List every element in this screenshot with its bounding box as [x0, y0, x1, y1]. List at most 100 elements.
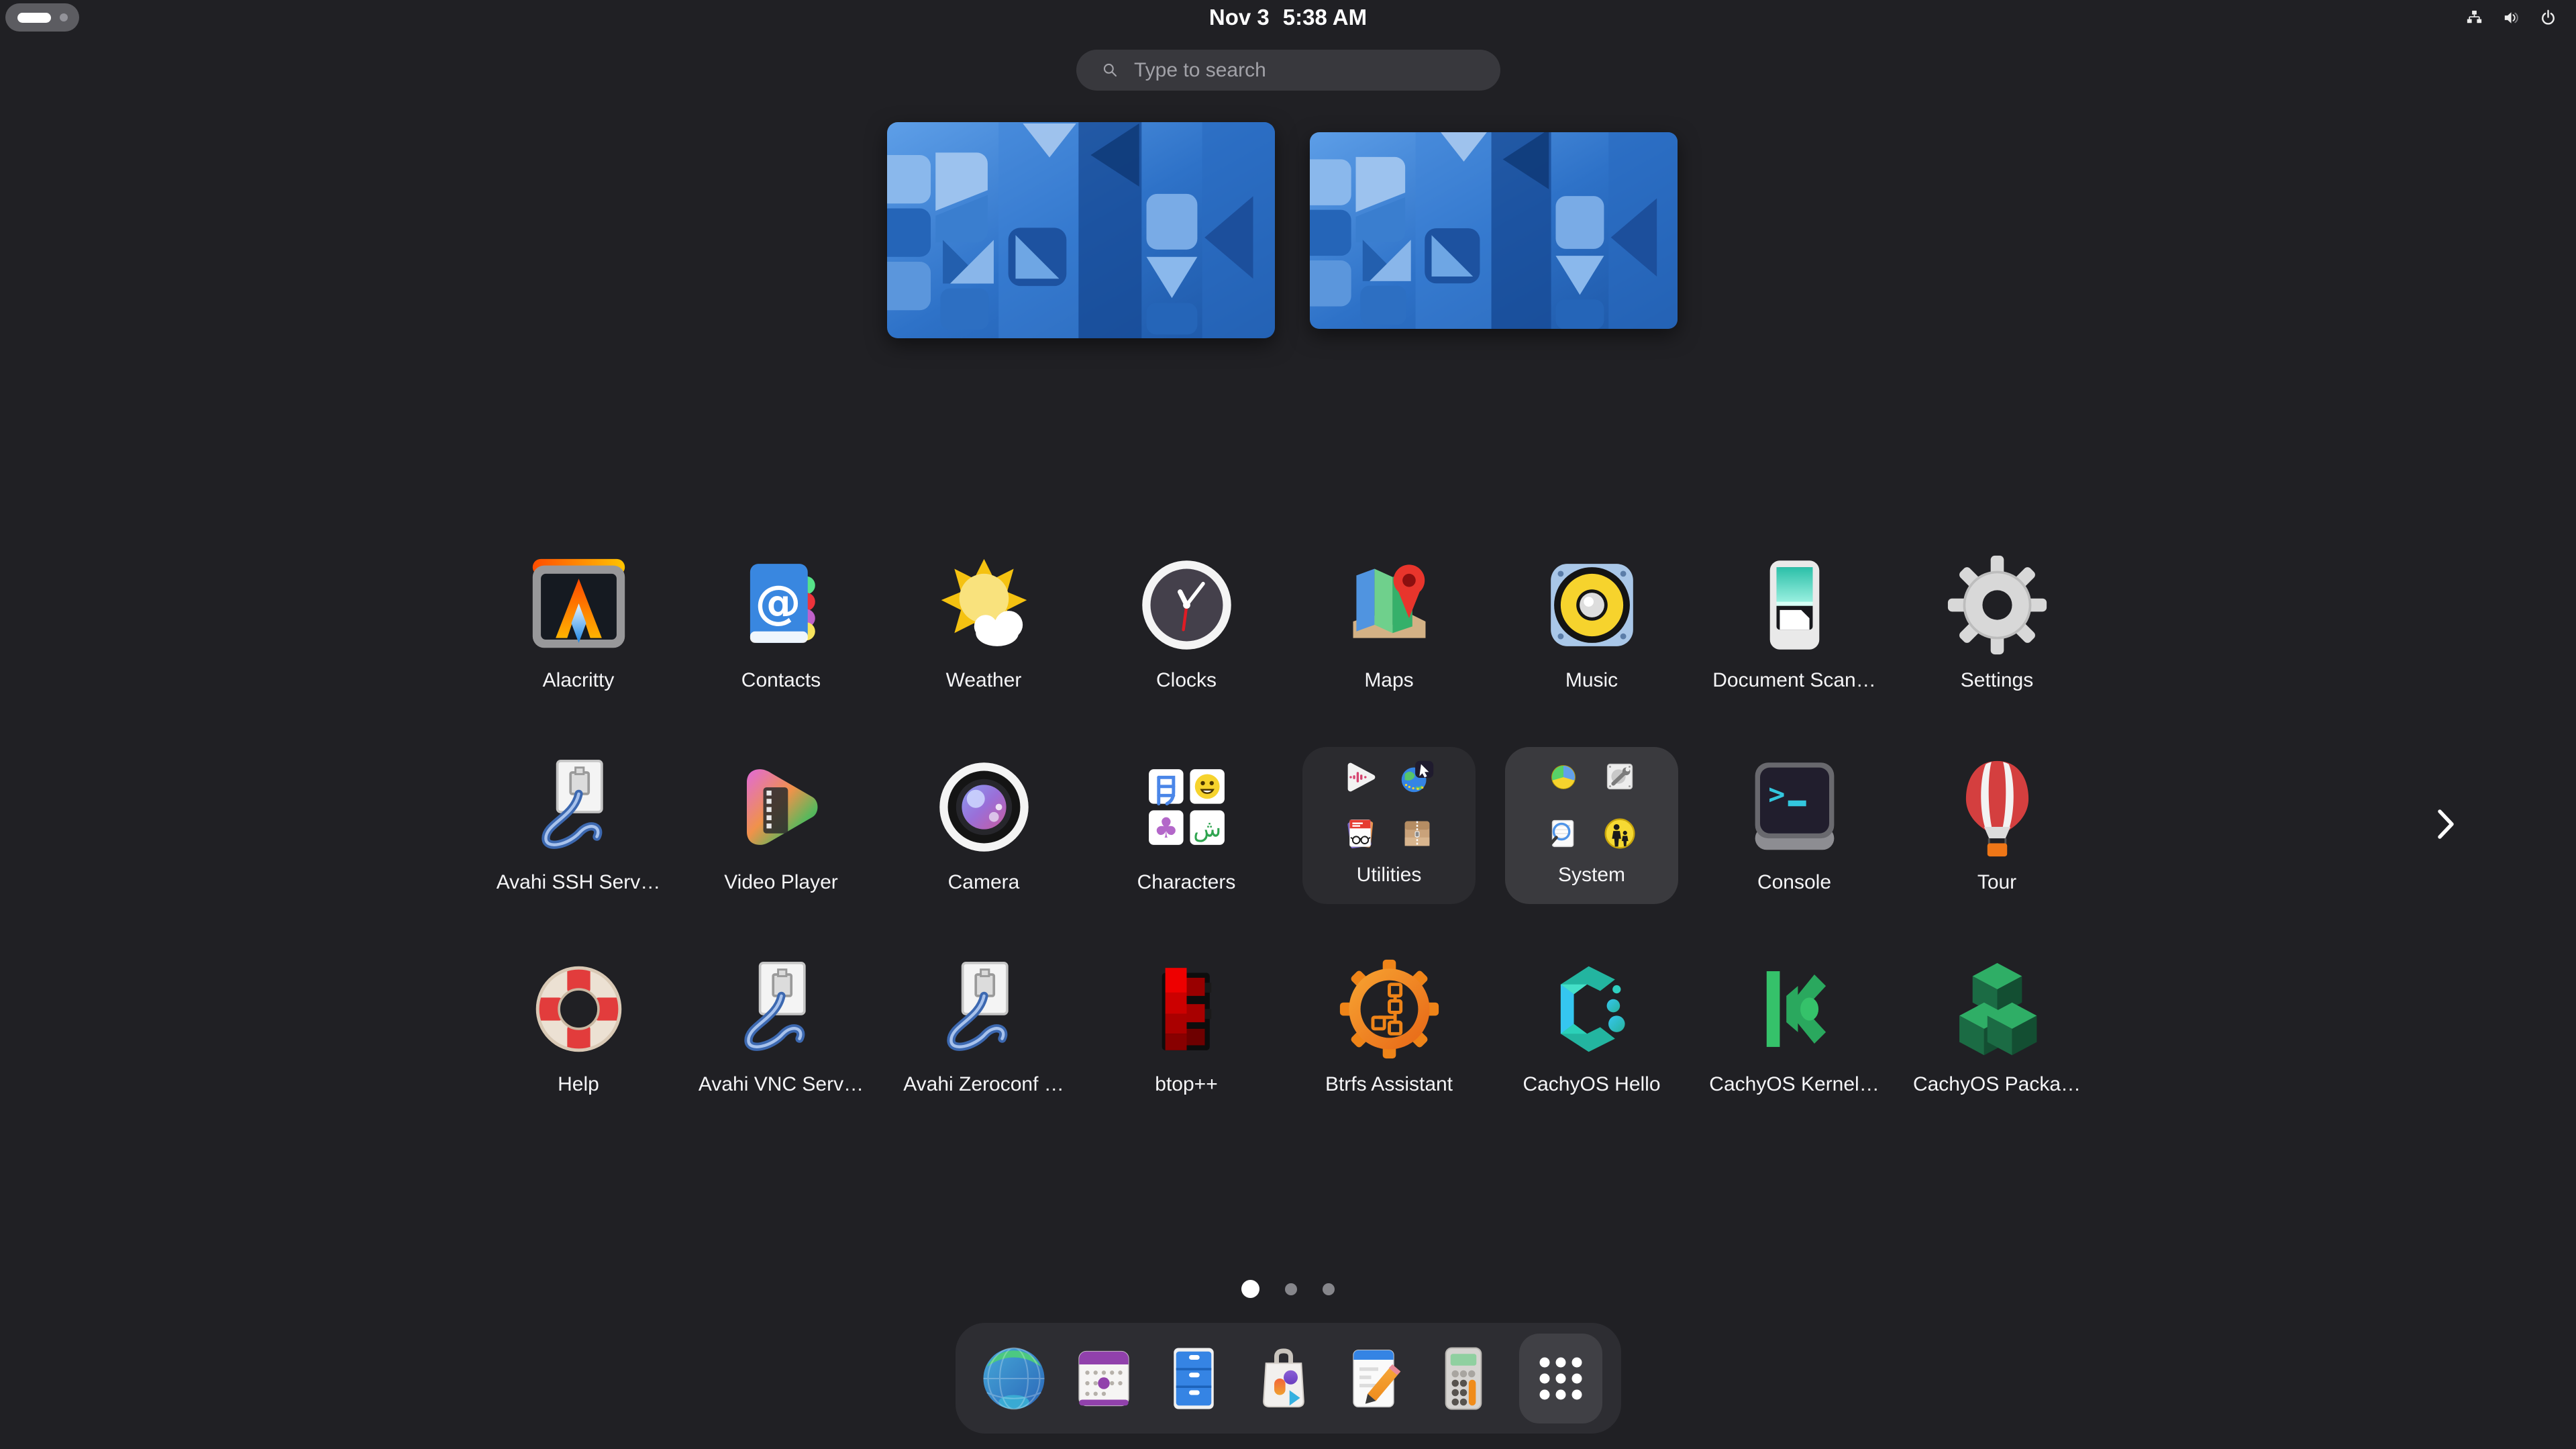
maps-icon: [1337, 552, 1442, 658]
next-page-arrow[interactable]: [2424, 803, 2467, 846]
calendar-icon: [1066, 1341, 1141, 1416]
btop-icon: [1134, 956, 1239, 1062]
app-label: CachyOS Hello: [1523, 1073, 1660, 1096]
wallpaper-preview: [887, 122, 1275, 338]
app-alacritty[interactable]: Alacritty: [477, 552, 680, 692]
app-label: Camera: [948, 871, 1020, 894]
globe-cursor-mini-icon: [1396, 756, 1438, 798]
system-status-area[interactable]: [2464, 7, 2559, 28]
app-camera[interactable]: Camera: [882, 754, 1085, 894]
app-avahi-vnc[interactable]: Avahi VNC Serv…: [680, 956, 882, 1096]
app-label: btop++: [1155, 1073, 1217, 1096]
dock-files[interactable]: [1154, 1339, 1233, 1418]
app-grid-icon: [1529, 1346, 1593, 1411]
app-label: Maps: [1364, 669, 1413, 692]
app-label: Console: [1757, 871, 1831, 894]
page-dot-3[interactable]: [1323, 1283, 1335, 1295]
avahi-icon: [526, 754, 631, 860]
app-label: CachyOS Packa…: [1913, 1073, 2081, 1096]
video-player-icon: [729, 754, 834, 860]
folder-system[interactable]: System: [1505, 747, 1678, 904]
app-label: Document Scan…: [1712, 669, 1875, 692]
app-characters[interactable]: Characters: [1085, 754, 1288, 894]
app-avahi-ssh[interactable]: Avahi SSH Serv…: [477, 754, 680, 894]
app-maps[interactable]: Maps: [1288, 552, 1490, 692]
avahi-icon: [729, 956, 834, 1062]
network-wired-icon[interactable]: [2464, 7, 2485, 28]
app-label: Video Player: [724, 871, 838, 894]
contacts-icon: [729, 552, 834, 658]
disk-usage-mini-icon: [1543, 756, 1584, 798]
power-icon[interactable]: [2538, 7, 2559, 28]
app-cachyos-package-installer[interactable]: CachyOS Packa…: [1896, 956, 2098, 1096]
parental-controls-mini-icon: [1599, 813, 1641, 854]
app-music[interactable]: Music: [1490, 552, 1693, 692]
clocks-icon: [1134, 552, 1239, 658]
document-viewer-mini-icon: [1340, 813, 1382, 854]
page-dot-2[interactable]: [1285, 1283, 1297, 1295]
console-terminal-icon: [1742, 754, 1847, 860]
app-cachyos-hello[interactable]: CachyOS Hello: [1490, 956, 1693, 1096]
show-apps-button[interactable]: [1519, 1334, 1602, 1423]
cachyos-package-icon: [1945, 956, 2050, 1062]
app-tour[interactable]: Tour: [1896, 754, 2098, 894]
alacritty-icon: [526, 552, 631, 658]
app-cachyos-kernel-manager[interactable]: CachyOS Kernel…: [1693, 956, 1896, 1096]
workspace-thumbnail-2[interactable]: [1310, 132, 1678, 329]
app-label: Avahi VNC Serv…: [699, 1073, 864, 1096]
dock-software[interactable]: [1244, 1339, 1323, 1418]
app-label: Clocks: [1156, 669, 1217, 692]
app-label: Avahi SSH Serv…: [497, 871, 661, 894]
app-label: Settings: [1961, 669, 2033, 692]
app-label: Avahi Zeroconf …: [903, 1073, 1064, 1096]
document-scanner-icon: [1742, 552, 1847, 658]
clock-date: Nov 3: [1209, 5, 1270, 30]
app-label: Btrfs Assistant: [1325, 1073, 1453, 1096]
app-label: Tour: [1977, 871, 2016, 894]
cachyos-kernel-icon: [1742, 956, 1847, 1062]
volume-icon[interactable]: [2501, 7, 2522, 28]
folder-preview: [1340, 756, 1438, 854]
app-btrfs-assistant[interactable]: Btrfs Assistant: [1288, 956, 1490, 1096]
app-video-player[interactable]: Video Player: [680, 754, 882, 894]
app-help[interactable]: Help: [477, 956, 680, 1096]
calculator-icon: [1426, 1341, 1501, 1416]
files-cabinet-icon: [1156, 1341, 1231, 1416]
app-contacts[interactable]: Contacts: [680, 552, 882, 692]
archive-manager-mini-icon: [1396, 813, 1438, 854]
dock-calendar[interactable]: [1064, 1339, 1143, 1418]
folder-preview: [1543, 756, 1641, 854]
tour-balloon-icon: [1945, 754, 2050, 860]
settings-gear-icon: [1945, 552, 2050, 658]
dock-web-browser[interactable]: [974, 1339, 1053, 1418]
app-label: Help: [558, 1073, 599, 1096]
folder-label: Utilities: [1357, 864, 1422, 887]
app-btop[interactable]: btop++: [1085, 956, 1288, 1096]
btrfs-assistant-icon: [1337, 956, 1442, 1062]
web-browser-icon: [976, 1341, 1051, 1416]
app-settings[interactable]: Settings: [1896, 552, 2098, 692]
avahi-icon: [931, 956, 1037, 1062]
search-placeholder: Type to search: [1134, 59, 1266, 82]
folder-utilities[interactable]: Utilities: [1302, 747, 1476, 904]
music-icon: [1539, 552, 1645, 658]
app-console[interactable]: Console: [1693, 754, 1896, 894]
app-label: Characters: [1137, 871, 1236, 894]
page-dot-1-active[interactable]: [1241, 1280, 1259, 1298]
app-avahi-zeroconf[interactable]: Avahi Zeroconf …: [882, 956, 1085, 1096]
app-label: CachyOS Kernel…: [1709, 1073, 1879, 1096]
page-dots[interactable]: [0, 1280, 2576, 1298]
dock-calculator[interactable]: [1424, 1339, 1503, 1418]
help-lifebuoy-icon: [526, 956, 631, 1062]
workspace-thumbnail-1[interactable]: [887, 122, 1275, 338]
app-clocks[interactable]: Clocks: [1085, 552, 1288, 692]
clock[interactable]: Nov 3 5:38 AM: [0, 5, 2576, 30]
app-weather[interactable]: Weather: [882, 552, 1085, 692]
cachyos-hello-icon: [1539, 956, 1645, 1062]
search-input[interactable]: Type to search: [1076, 50, 1500, 91]
dock-text-editor[interactable]: [1334, 1339, 1413, 1418]
camera-icon: [931, 754, 1037, 860]
text-editor-icon: [1336, 1341, 1411, 1416]
app-document-scanner[interactable]: Document Scan…: [1693, 552, 1896, 692]
weather-icon: [931, 552, 1037, 658]
